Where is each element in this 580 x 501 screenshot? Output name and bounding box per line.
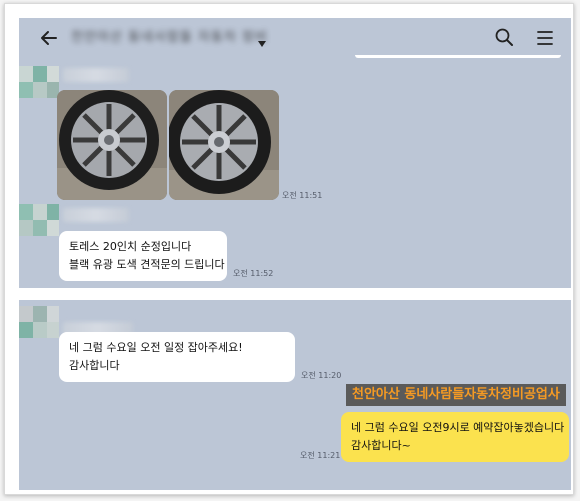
message-time: 오전 11:51 bbox=[282, 191, 323, 200]
message-time: 오전 11:20 bbox=[301, 371, 342, 380]
my-message-bubble[interactable]: 네 그럼 수요일 오전9시로 예약잡아놓겠습니다 감사합니다~ bbox=[341, 412, 569, 462]
sender-name-blurred bbox=[63, 68, 129, 82]
message-bubble[interactable]: 네 그럼 수요일 오전 일정 잡아주세요! 감사합니다 bbox=[59, 332, 295, 382]
wheel-photo-1[interactable] bbox=[57, 90, 167, 200]
wheel-photo-2[interactable] bbox=[169, 90, 279, 200]
sender-name-blurred bbox=[63, 208, 129, 222]
watermark-text: 천안아산 동네사람들자동차정비공업사 bbox=[346, 384, 566, 406]
message-line: 네 그럼 수요일 오전 일정 잡아주세요! bbox=[69, 341, 243, 354]
chat-room-title[interactable]: 천안아산 동네사람들 자동차 정비 bbox=[71, 28, 268, 48]
message-bubble[interactable]: 토레스 20인치 순정입니다 블랙 유광 도색 견적문의 드립니다 bbox=[59, 231, 227, 281]
chat-header: 천안아산 동네사람들 자동차 정비 bbox=[19, 18, 571, 58]
message-line: 네 그럼 수요일 오전9시로 예약잡아놓겠습니다 bbox=[351, 421, 565, 434]
caret-down-icon[interactable] bbox=[257, 33, 267, 47]
message-line: 감사합니다~ bbox=[351, 439, 411, 452]
avatar[interactable] bbox=[19, 66, 59, 98]
message-line: 감사합니다 bbox=[69, 359, 120, 372]
chat-screen-bottom: 네 그럼 수요일 오전 일정 잡아주세요! 감사합니다 오전 11:20 천안아… bbox=[19, 300, 571, 490]
search-icon[interactable] bbox=[494, 27, 514, 47]
avatar[interactable] bbox=[19, 306, 59, 338]
chat-screen-top: 천안아산 동네사람들 자동차 정비 오전 11:51 토레스 20인치 순정입니… bbox=[19, 18, 571, 288]
message-line: 블랙 유광 도색 견적문의 드립니다 bbox=[69, 258, 225, 271]
message-time: 오전 11:52 bbox=[233, 269, 274, 278]
screenshot-frame: 천안아산 동네사람들 자동차 정비 오전 11:51 토레스 20인치 순정입니… bbox=[4, 3, 574, 495]
message-line: 토레스 20인치 순정입니다 bbox=[69, 240, 192, 253]
header-divider bbox=[355, 55, 561, 58]
arrow-left-icon[interactable] bbox=[39, 28, 59, 48]
message-time: 오전 11:21 bbox=[300, 451, 341, 460]
avatar[interactable] bbox=[19, 204, 59, 236]
hamburger-menu-icon[interactable] bbox=[535, 28, 555, 48]
